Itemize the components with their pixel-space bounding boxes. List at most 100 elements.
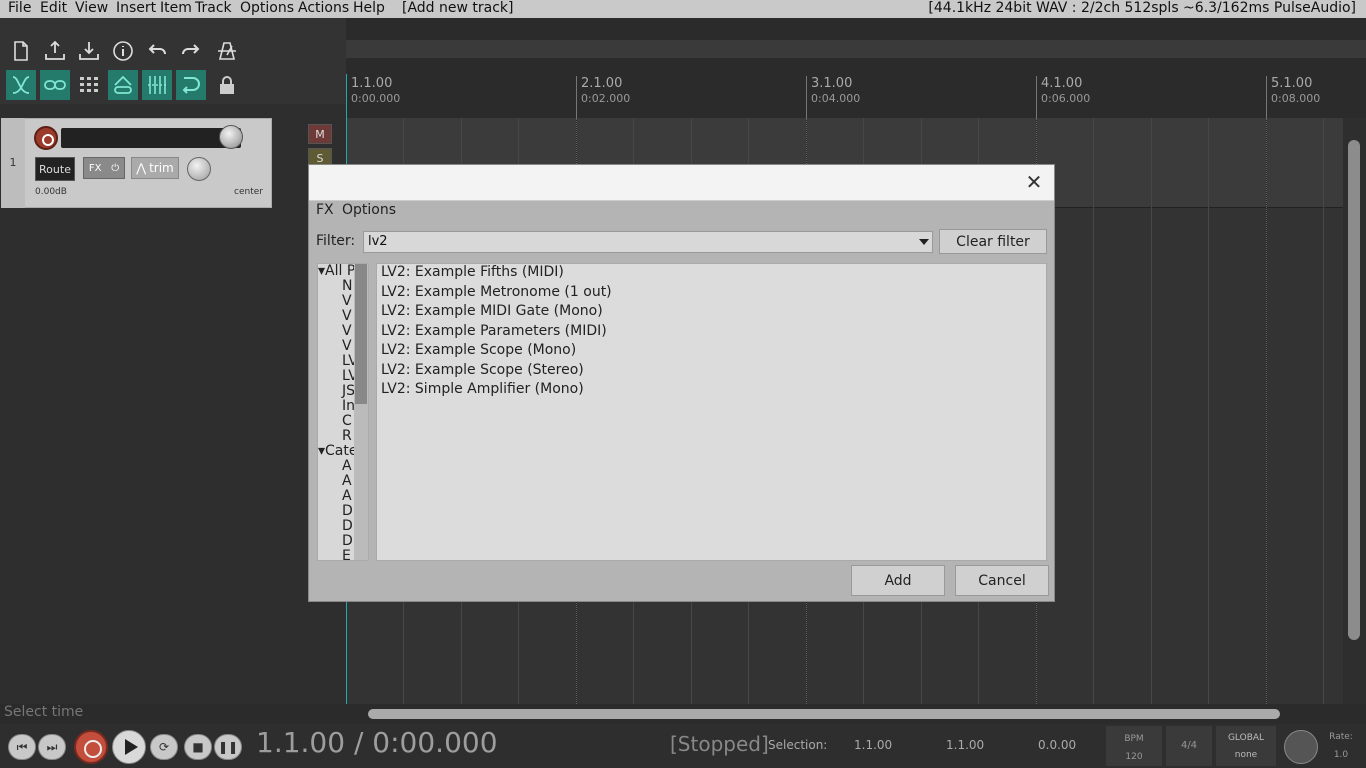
go-to-end-icon[interactable]: ⏭: [38, 734, 66, 760]
new-project-icon[interactable]: [6, 36, 36, 66]
track-number[interactable]: 1: [1, 118, 25, 208]
project-settings-icon[interactable]: [108, 36, 138, 66]
menu-view[interactable]: View: [75, 0, 108, 17]
tree-item[interactable]: V: [342, 309, 352, 324]
rate-field[interactable]: Rate: 1.0: [1324, 728, 1358, 764]
menu-item[interactable]: Item: [160, 0, 192, 17]
menu-edit[interactable]: Edit: [40, 0, 67, 17]
menu-file[interactable]: File: [8, 0, 31, 17]
tree-scrollbar-thumb[interactable]: [355, 264, 367, 404]
dialog-menu-options[interactable]: Options: [342, 202, 396, 218]
ripple-edit-icon[interactable]: [6, 70, 36, 100]
menu-track[interactable]: Track: [195, 0, 232, 17]
tree-item[interactable]: A: [342, 459, 352, 474]
track-1-header[interactable]: 1 Route FX ⏻ ⋀ trim 0.00dB center: [1, 118, 272, 208]
pause-icon[interactable]: ❚❚: [214, 734, 242, 760]
repeat-icon[interactable]: ⟳: [150, 734, 178, 760]
go-to-start-icon[interactable]: ⏮: [8, 734, 36, 760]
tree-item[interactable]: A: [342, 474, 352, 489]
tree-item[interactable]: R: [342, 429, 352, 444]
list-item[interactable]: LV2: Example Fifths (MIDI): [381, 264, 564, 280]
tree-item[interactable]: D: [342, 519, 353, 534]
rate-knob[interactable]: [1284, 730, 1318, 764]
time-signature-field[interactable]: 4/4: [1166, 726, 1212, 766]
bpm-field[interactable]: BPM 120: [1106, 726, 1162, 766]
chevron-down-icon[interactable]: [919, 239, 929, 245]
route-label: Route: [39, 162, 71, 176]
horizontal-scrollbar-thumb[interactable]: [368, 709, 1280, 719]
redo-icon[interactable]: [176, 36, 206, 66]
menu-options[interactable]: Options: [240, 0, 294, 17]
open-project-icon[interactable]: [40, 36, 70, 66]
list-item[interactable]: LV2: Example Metronome (1 out): [381, 284, 612, 300]
list-item[interactable]: LV2: Simple Amplifier (Mono): [381, 381, 584, 397]
time-display[interactable]: 1.1.00 / 0:00.000: [256, 726, 498, 759]
grid-line: [1208, 118, 1209, 704]
audio-device-status[interactable]: [44.1kHz 24bit WAV : 2/2ch 512spls ~6.3/…: [928, 0, 1356, 17]
vertical-scrollbar[interactable]: [1343, 118, 1366, 704]
tree-node-all-plugins[interactable]: ▾All P: [318, 264, 355, 279]
volume-knob[interactable]: [219, 125, 243, 149]
dialog-title-bar[interactable]: ✕: [309, 165, 1054, 201]
tree-item[interactable]: D: [342, 534, 353, 549]
add-button[interactable]: Add: [851, 565, 945, 596]
selection-start[interactable]: 1.1.00: [854, 738, 892, 752]
tree-item[interactable]: V: [342, 324, 352, 339]
grid-line: [1323, 118, 1324, 704]
menu-actions[interactable]: Actions: [298, 0, 349, 17]
filter-input[interactable]: lv2: [363, 231, 933, 253]
route-button[interactable]: Route: [35, 157, 75, 181]
menu-insert[interactable]: Insert: [116, 0, 156, 17]
timeline-ruler[interactable]: 1.1.00 0:00.000 2.1.00 0:02.000 3.1.00 0:04…: [346, 74, 1366, 118]
ruler-mark: 5.1.00 0:08.000: [1266, 76, 1320, 118]
record-button[interactable]: [74, 730, 108, 764]
menu-help[interactable]: Help: [353, 0, 385, 17]
tree-item[interactable]: V: [342, 294, 352, 309]
tree-node-categories[interactable]: ▾Cate: [318, 444, 358, 459]
list-item[interactable]: LV2: Example MIDI Gate (Mono): [381, 303, 603, 319]
tree-item[interactable]: E: [342, 549, 351, 561]
undo-icon[interactable]: [142, 36, 172, 66]
selection-length[interactable]: 0.0.00: [1038, 738, 1076, 752]
mute-button[interactable]: M: [308, 124, 332, 144]
metronome-icon[interactable]: [212, 36, 242, 66]
list-item[interactable]: LV2: Example Parameters (MIDI): [381, 323, 607, 339]
horizontal-scrollbar[interactable]: [346, 704, 1366, 724]
cancel-button[interactable]: Cancel: [955, 565, 1049, 596]
selection-end[interactable]: 1.1.00: [946, 738, 984, 752]
tree-item[interactable]: N: [342, 279, 352, 294]
ruler-region-bar[interactable]: [346, 40, 1366, 58]
tree-item[interactable]: D: [342, 504, 353, 519]
tree-item[interactable]: V: [342, 339, 352, 354]
tree-scrollbar[interactable]: [354, 264, 368, 560]
bpm-value: 120: [1125, 752, 1143, 762]
snap-grid-icon[interactable]: [142, 70, 172, 100]
stop-icon[interactable]: ■: [184, 734, 212, 760]
lock-icon[interactable]: [212, 70, 242, 100]
record-arm-button[interactable]: [34, 126, 58, 150]
tree-item[interactable]: A: [342, 489, 352, 504]
fx-button[interactable]: FX ⏻: [83, 157, 125, 179]
global-automation-button[interactable]: GLOBAL none: [1216, 726, 1276, 766]
add-track-hint[interactable]: [Add new track]: [402, 0, 514, 17]
save-project-icon[interactable]: [74, 36, 104, 66]
dialog-menu-fx[interactable]: FX: [316, 202, 334, 218]
tree-item[interactable]: C: [342, 414, 352, 429]
clear-filter-button[interactable]: Clear filter: [939, 229, 1047, 254]
power-icon[interactable]: ⏻: [111, 163, 119, 174]
envelope-link-icon[interactable]: [108, 70, 138, 100]
list-item[interactable]: LV2: Example Scope (Stereo): [381, 362, 584, 378]
play-button[interactable]: [112, 730, 146, 764]
vertical-scrollbar-thumb[interactable]: [1348, 140, 1360, 640]
item-grouping-icon[interactable]: [40, 70, 70, 100]
track-name-field[interactable]: [61, 128, 241, 148]
trim-button[interactable]: ⋀ trim: [131, 157, 179, 179]
fx-category-tree[interactable]: ▾All P N V V V V LV LV JS In C R ▾Cate A…: [317, 263, 369, 561]
close-icon[interactable]: ✕: [1024, 172, 1044, 192]
list-item[interactable]: LV2: Example Scope (Mono): [381, 342, 576, 358]
loop-points-icon[interactable]: [176, 70, 206, 100]
fx-plugin-list[interactable]: LV2: Example Fifths (MIDI) LV2: Example …: [376, 263, 1047, 561]
ruler-bar-label: 3.1.00: [811, 76, 853, 91]
grid-icon[interactable]: [74, 70, 104, 100]
pan-knob[interactable]: [187, 157, 211, 181]
